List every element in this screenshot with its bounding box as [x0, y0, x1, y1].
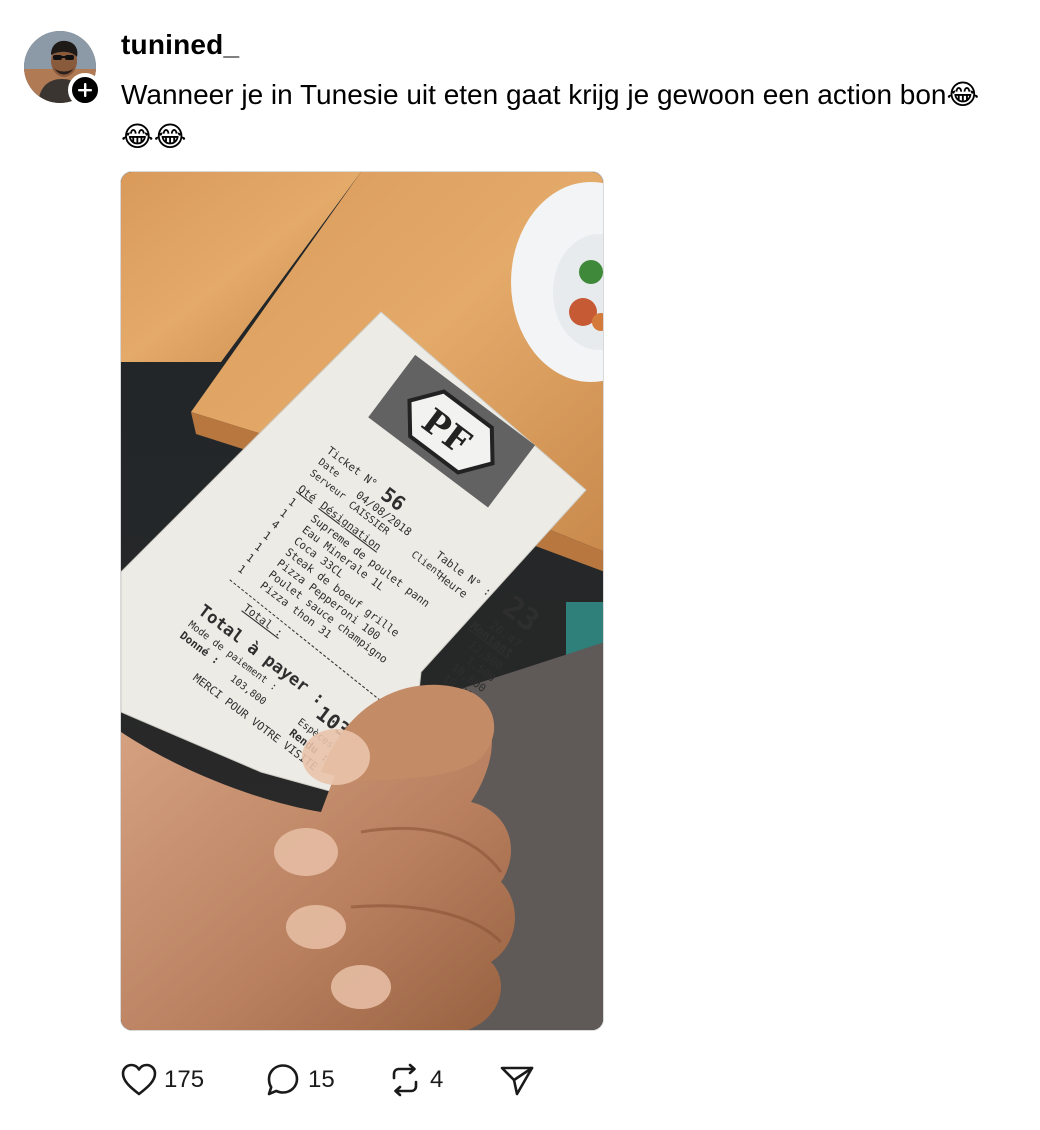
repost-button[interactable]: 4	[386, 1060, 443, 1100]
repost-count: 4	[430, 1066, 444, 1093]
heart-icon	[121, 1063, 157, 1096]
avatar-container[interactable]	[24, 31, 102, 107]
post-text: Wanneer je in Tunesie uit eten gaat krij…	[121, 79, 980, 152]
send-icon	[500, 1066, 534, 1096]
post-image[interactable]: PF Ticket N° 56 Date 04/08/2018 Table N°…	[120, 171, 604, 1031]
like-count: 175	[164, 1066, 205, 1093]
plus-icon	[78, 83, 92, 97]
follow-button[interactable]	[68, 73, 102, 107]
post-actions: 175 15 4	[120, 1060, 560, 1100]
post: tunined_ Wanneer je in Tunesie uit eten …	[0, 0, 1040, 1130]
reply-button[interactable]: 15	[264, 1060, 335, 1100]
repost-icon	[392, 1063, 418, 1097]
username[interactable]: tunined_	[121, 27, 239, 63]
like-button[interactable]: 175	[120, 1060, 204, 1100]
reply-count: 15	[308, 1066, 335, 1093]
share-button[interactable]	[498, 1060, 536, 1100]
receipt-photo: PF Ticket N° 56 Date 04/08/2018 Table N°…	[121, 172, 603, 1030]
comment-icon	[267, 1064, 299, 1096]
